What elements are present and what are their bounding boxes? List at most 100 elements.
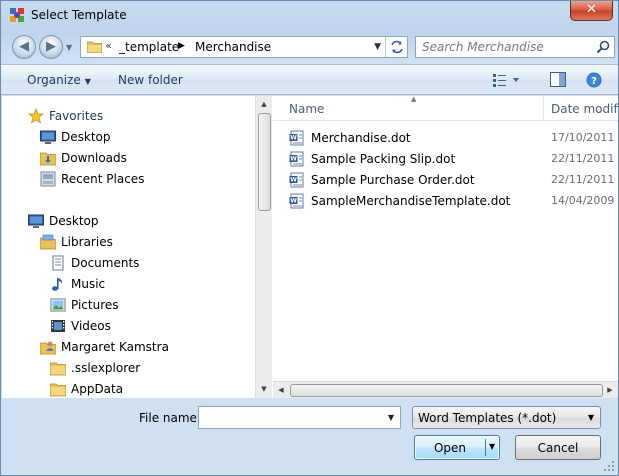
- select-template-dialog: Select Template ✕ ◀ ▶ ▼ « _template ▶ Me…: [0, 0, 619, 476]
- open-button[interactable]: Open ▼: [414, 435, 500, 460]
- app-icon: [10, 8, 24, 22]
- address-bar[interactable]: « _template ▶ Merchandise ▼: [80, 36, 408, 58]
- word-template-icon: W: [289, 193, 304, 209]
- recent-locations-dropdown[interactable]: ▼: [66, 43, 72, 52]
- file-name: SampleMerchandiseTemplate.dot: [311, 194, 511, 208]
- resize-grip-icon[interactable]: [604, 461, 615, 472]
- svg-text:W: W: [290, 198, 297, 205]
- sort-ascending-icon: ▲: [411, 96, 417, 103]
- chevron-down-icon[interactable]: ▼: [388, 413, 394, 422]
- word-template-icon: W: [289, 130, 304, 146]
- back-arrow-icon: ◀: [19, 39, 29, 54]
- file-list-horizontal-scrollbar[interactable]: ◀ ▶: [273, 381, 618, 398]
- folder-icon: [50, 383, 66, 397]
- libraries-icon: [40, 234, 56, 250]
- file-date: 22/11/2011 4: [551, 173, 618, 186]
- new-folder-button[interactable]: New folder: [118, 73, 183, 87]
- split-divider: [485, 439, 486, 456]
- column-divider[interactable]: [543, 96, 544, 121]
- file-date: 14/04/2009 1: [551, 194, 618, 207]
- nav-item-label: .sslexplorer: [71, 361, 141, 375]
- file-name-label: File name:: [139, 411, 201, 425]
- chevron-down-icon: ▼: [84, 77, 91, 86]
- search-input[interactable]: [420, 39, 590, 55]
- nav-item-label: Documents: [71, 256, 140, 270]
- preview-pane-icon[interactable]: [550, 72, 566, 87]
- title-bar[interactable]: Select Template ✕: [1, 1, 618, 31]
- file-date: 17/10/2011 1: [551, 131, 618, 144]
- breadcrumb-overflow[interactable]: «: [105, 39, 112, 52]
- change-view-icon[interactable]: [493, 73, 523, 87]
- dialog-footer: File name: ▼ Word Templates (*.dot) ▼ Op…: [1, 399, 618, 475]
- forward-button[interactable]: ▶: [39, 35, 63, 59]
- word-template-icon: W: [289, 172, 304, 188]
- nav-favorites-label: Favorites: [49, 109, 104, 123]
- column-header-row: Name ▲ Date modified: [273, 96, 618, 121]
- refresh-icon: [390, 40, 403, 54]
- recent-places-icon: [40, 171, 56, 187]
- file-row-sample-packing-slip[interactable]: W Sample Packing Slip.dot 22/11/2011 4: [289, 149, 618, 169]
- scrollbar-thumb[interactable]: [258, 113, 271, 211]
- scrollbar-thumb[interactable]: [290, 384, 603, 397]
- back-button[interactable]: ◀: [12, 35, 36, 59]
- chevron-down-icon: ▼: [587, 413, 594, 422]
- search-icon[interactable]: [596, 40, 610, 54]
- file-list[interactable]: Name ▲ Date modified W Merchandise.dot 1…: [273, 96, 618, 381]
- open-button-label: Open: [433, 441, 467, 455]
- column-header-name[interactable]: Name: [289, 102, 324, 116]
- desktop-icon: [40, 130, 56, 144]
- file-name: Sample Packing Slip.dot: [311, 152, 456, 166]
- file-row-sample-purchase-order[interactable]: W Sample Purchase Order.dot 22/11/2011 4: [289, 170, 618, 190]
- file-type-select[interactable]: Word Templates (*.dot) ▼: [412, 406, 601, 429]
- close-icon: ✕: [586, 2, 597, 17]
- folder-icon: [50, 362, 66, 376]
- window-title: Select Template: [31, 8, 127, 22]
- search-box[interactable]: [415, 36, 615, 58]
- organize-menu[interactable]: Organize ▼: [27, 73, 91, 87]
- cancel-button[interactable]: Cancel: [515, 435, 601, 460]
- main-panes: Favorites Desktop Downloads Recent Place…: [2, 96, 618, 398]
- file-row-merchandise[interactable]: W Merchandise.dot 17/10/2011 1: [289, 128, 618, 148]
- nav-item-label: Libraries: [61, 235, 113, 249]
- downloads-folder-icon: [40, 152, 56, 166]
- file-row-sample-merchandise-template[interactable]: W SampleMerchandiseTemplate.dot 14/04/20…: [289, 191, 618, 211]
- breadcrumb-separator-arrow-icon[interactable]: ▶: [178, 41, 185, 51]
- column-header-date[interactable]: Date modified: [551, 102, 618, 116]
- music-icon: [52, 278, 63, 291]
- nav-item-label: Music: [71, 277, 106, 291]
- open-options-dropdown-icon[interactable]: ▼: [489, 442, 495, 451]
- folder-icon: [87, 41, 102, 53]
- scroll-left-icon[interactable]: ◀: [273, 382, 289, 398]
- pictures-icon: [50, 298, 66, 312]
- refresh-button[interactable]: [385, 37, 407, 57]
- file-date: 22/11/2011 4: [551, 152, 618, 165]
- nav-item-label: Videos: [71, 319, 111, 333]
- nav-item-label: Margaret Kamstra: [61, 340, 169, 354]
- nav-item-label: AppData: [71, 382, 124, 396]
- file-name-input[interactable]: [202, 410, 377, 425]
- scroll-down-icon[interactable]: ▼: [256, 381, 272, 397]
- navigation-scrollbar[interactable]: ▲ ▼: [255, 96, 272, 398]
- svg-text:W: W: [290, 177, 297, 184]
- breadcrumb-template[interactable]: _template: [119, 40, 179, 54]
- documents-icon: [52, 255, 64, 271]
- desktop-icon: [28, 214, 44, 228]
- help-icon[interactable]: ?: [586, 72, 602, 88]
- navigation-bar: ◀ ▶ ▼ « _template ▶ Merchandise ▼: [1, 31, 618, 63]
- scroll-right-icon[interactable]: ▶: [602, 382, 618, 398]
- file-name-combobox[interactable]: ▼: [198, 406, 401, 429]
- forward-arrow-icon: ▶: [46, 39, 56, 54]
- word-template-icon: W: [289, 151, 304, 167]
- address-dropdown-icon[interactable]: ▼: [374, 42, 381, 52]
- videos-icon: [51, 320, 65, 332]
- nav-item-label: Recent Places: [61, 172, 145, 186]
- breadcrumb-merchandise[interactable]: Merchandise: [195, 40, 271, 54]
- svg-text:W: W: [290, 135, 297, 142]
- close-button[interactable]: ✕: [570, 1, 613, 21]
- user-folder-icon: [40, 341, 56, 355]
- scroll-up-icon[interactable]: ▲: [256, 96, 272, 112]
- command-toolbar: Organize ▼ New folder ?: [1, 64, 618, 95]
- navigation-pane[interactable]: Favorites Desktop Downloads Recent Place…: [2, 96, 255, 398]
- svg-text:?: ?: [591, 76, 597, 87]
- file-name: Sample Purchase Order.dot: [311, 173, 475, 187]
